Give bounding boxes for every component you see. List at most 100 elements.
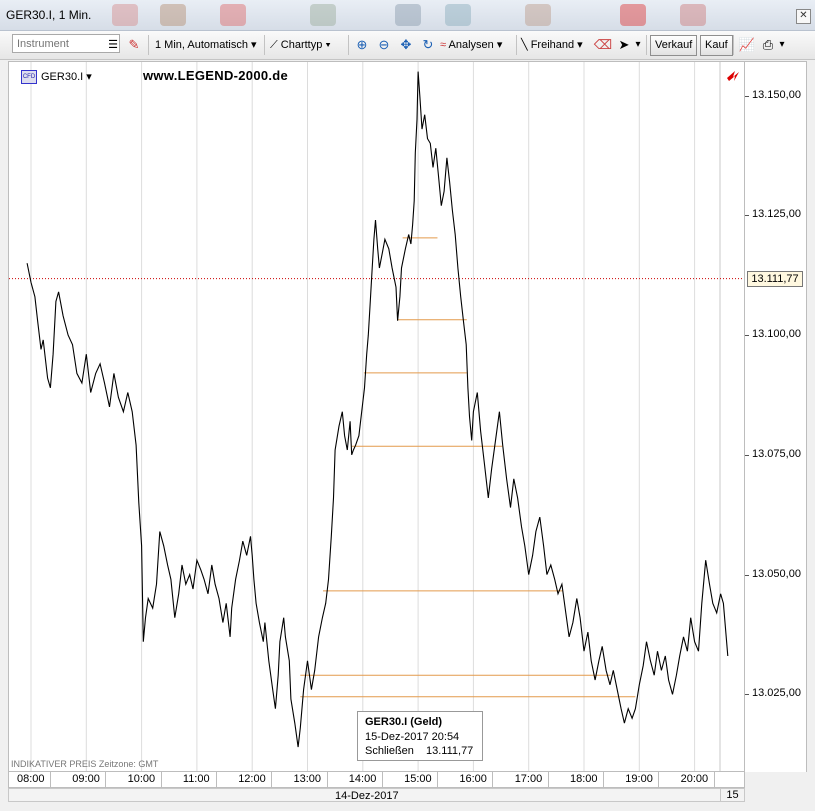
eraser-icon[interactable]: ⌫ bbox=[593, 35, 613, 55]
x-tick bbox=[603, 772, 604, 788]
x-tick bbox=[381, 772, 383, 788]
toolbar-separator bbox=[264, 35, 265, 55]
x-tick bbox=[50, 772, 51, 788]
data-tooltip: GER30.I (Geld) 15-Dez-2017 20:54 Schließ… bbox=[357, 711, 483, 761]
instrument-selector[interactable]: CFD GER30.I ▾ bbox=[21, 70, 92, 85]
x-tick-label: 09:00 bbox=[72, 773, 100, 785]
freihand-label: Freihand bbox=[530, 39, 575, 51]
tooltip-close-label: Schließen bbox=[365, 745, 414, 757]
x-tick-label: 18:00 bbox=[570, 773, 598, 785]
instrument-label: GER30.I bbox=[41, 71, 84, 83]
y-tick bbox=[745, 215, 749, 217]
analysis-icon: ≈ bbox=[440, 39, 447, 51]
x-tick bbox=[271, 772, 273, 788]
y-tick bbox=[745, 574, 749, 576]
chart-settings-icon[interactable]: 📈 bbox=[737, 35, 757, 55]
x-tick-label: 10:00 bbox=[127, 773, 156, 785]
chevron-down-icon: ▾ bbox=[496, 39, 503, 51]
y-tick-label: 13.125,00 bbox=[752, 208, 801, 221]
chevron-down-icon[interactable]: ▾ bbox=[628, 35, 648, 55]
chevron-down-icon[interactable]: ▾ bbox=[772, 35, 792, 55]
line-chart-icon: ⟋ bbox=[270, 39, 278, 51]
x-tick bbox=[492, 772, 494, 788]
x-tick-label: 15:00 bbox=[404, 773, 432, 785]
chart-toolbar: ☰ ✎ 1 Min, Automatisch ▾ ⟋ Charttyp ▾ ⊕ … bbox=[0, 31, 815, 60]
y-tick-label: 13.150,00 bbox=[752, 88, 801, 101]
tooltip-datetime: 15-Dez-2017 20:54 bbox=[365, 731, 460, 743]
app-icon[interactable] bbox=[310, 4, 336, 26]
price-chart[interactable] bbox=[9, 62, 744, 771]
line-tool-icon: ╲ bbox=[521, 39, 528, 51]
toolbar-separator bbox=[348, 35, 349, 55]
chevron-down-icon: ▾ bbox=[577, 39, 583, 51]
chevron-down-icon: ▾ bbox=[325, 39, 331, 51]
x-tick bbox=[105, 772, 107, 788]
footnote: INDIKATIVER PREIS Zeitzone: GMT bbox=[11, 759, 159, 769]
x-tick-label: 11:00 bbox=[182, 773, 210, 785]
toolbar-separator bbox=[733, 35, 734, 55]
x-tick-label: 17:00 bbox=[514, 773, 543, 785]
y-tick bbox=[745, 95, 749, 97]
kauf-button[interactable]: Kauf bbox=[700, 35, 733, 56]
tooltip-title: GER30.I (Geld) bbox=[365, 716, 443, 728]
cfd-icon: CFD bbox=[21, 70, 37, 85]
flag-icon bbox=[727, 71, 739, 81]
price-axis[interactable]: 13.150,00 13.125,00 13.100,00 13.075,00 13.0… bbox=[745, 61, 807, 772]
window-title: GER30.I, 1 Min. bbox=[6, 8, 92, 22]
y-tick-label: 13.075,00 bbox=[752, 447, 801, 460]
x-tick bbox=[437, 772, 439, 788]
app-icon[interactable] bbox=[220, 4, 246, 26]
app-icon[interactable] bbox=[445, 4, 471, 26]
x-tick-label: 16:00 bbox=[459, 773, 487, 785]
toolbar-separator bbox=[646, 35, 647, 55]
app-icon[interactable] bbox=[395, 4, 421, 26]
x-tick-label: 12:00 bbox=[238, 773, 266, 785]
x-tick-label: 20:00 bbox=[680, 773, 709, 785]
x-tick-label: 14:00 bbox=[348, 773, 377, 785]
interval-dropdown[interactable]: 1 Min, Automatisch ▾ bbox=[155, 36, 257, 54]
verkauf-button[interactable]: Verkauf bbox=[650, 35, 698, 56]
window-titlebar: GER30.I, 1 Min. ✕ bbox=[0, 0, 815, 31]
zoom-in-icon[interactable]: ⊕ bbox=[352, 35, 372, 55]
refresh-icon[interactable]: ↻ bbox=[418, 35, 438, 55]
instrument-list-icon[interactable]: ☰ bbox=[103, 35, 123, 55]
freihand-dropdown[interactable]: ╲ Freihand ▾ bbox=[521, 36, 583, 54]
watermark: www.LEGEND-2000.de bbox=[143, 68, 289, 83]
x-tick-label: 19:00 bbox=[625, 773, 653, 785]
x-tick bbox=[215, 772, 217, 788]
app-icon[interactable] bbox=[112, 4, 138, 26]
interval-label: 1 Min, bbox=[155, 39, 185, 51]
toolbar-separator bbox=[516, 35, 517, 55]
window-close-button[interactable]: ✕ bbox=[796, 9, 811, 24]
x-tick-label: 08:00 bbox=[17, 773, 45, 785]
chart-area[interactable]: CFD GER30.I ▾ www.LEGEND-2000.de INDIKATI… bbox=[8, 61, 745, 772]
y-tick bbox=[745, 694, 749, 696]
y-tick-label: 13.100,00 bbox=[752, 328, 801, 341]
y-tick-label: 13.050,00 bbox=[752, 567, 801, 580]
x-tick-label: 13:00 bbox=[293, 773, 322, 785]
price-series-line bbox=[26, 71, 729, 748]
app-icon[interactable] bbox=[160, 4, 186, 26]
app-icon[interactable] bbox=[680, 4, 706, 26]
next-day-label: 15 bbox=[720, 788, 745, 802]
current-price-badge: 13.111,77 bbox=[747, 270, 803, 287]
y-tick-label: 13.025,00 bbox=[752, 687, 801, 700]
x-tick bbox=[713, 772, 715, 788]
app-icon[interactable] bbox=[525, 4, 551, 26]
chevron-down-icon: ▾ bbox=[251, 39, 257, 51]
time-axis[interactable]: 08:00 09:00 10:00 11:00 12:00 13:00 14:00 15:00… bbox=[8, 772, 745, 788]
analysen-label: Analysen bbox=[448, 39, 494, 51]
scale-label: Automatisch bbox=[187, 39, 248, 51]
zoom-out-icon[interactable]: ⊖ bbox=[374, 35, 394, 55]
date-row: 14-Dez-2017 bbox=[8, 788, 745, 802]
app-icon[interactable] bbox=[620, 4, 646, 26]
x-tick bbox=[658, 772, 660, 788]
charttype-dropdown[interactable]: ⟋ Charttyp ▾ bbox=[270, 36, 331, 54]
compare-icon[interactable]: ✎ bbox=[124, 35, 144, 55]
analysen-dropdown[interactable]: ≈ Analysen ▾ bbox=[440, 36, 502, 54]
chevron-down-icon: ▾ bbox=[86, 71, 92, 83]
tooltip-close-value: 13.111,77 bbox=[426, 745, 474, 757]
toolbar-separator bbox=[148, 35, 149, 55]
fit-icon[interactable]: ✥ bbox=[396, 35, 416, 55]
x-tick bbox=[160, 772, 162, 788]
